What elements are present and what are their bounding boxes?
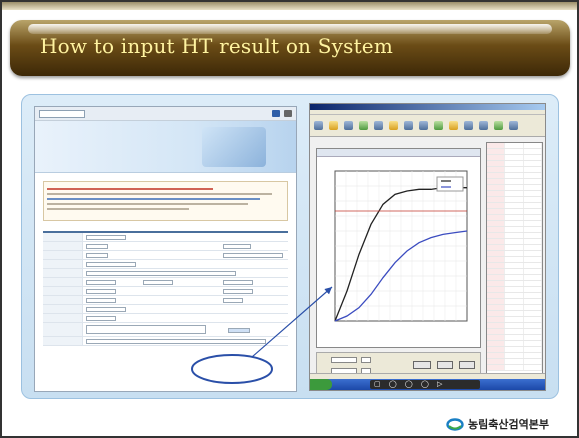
readings-list [486,142,543,378]
start-button [310,379,332,390]
form-row [43,269,288,278]
control-button [437,361,453,369]
reading-row [487,365,542,371]
form-row [43,260,288,269]
control-button [459,361,475,369]
form-row [43,337,288,346]
form-header-button [272,110,280,117]
ring-logo-icon [446,417,464,431]
form-row [43,296,288,305]
toolbar-icon [359,121,368,130]
agency-logo: 농림축산검역본부 [446,416,549,432]
form-header-button-2 [284,110,292,117]
toolbar-icon [344,121,353,130]
toolbar-icon [374,121,383,130]
form-row [43,287,288,296]
media-tray: ▢ ◯ ◯ ◯ ▷ [370,380,480,389]
taskbar: ▢ ◯ ◯ ◯ ▷ [310,379,545,390]
form-row [43,278,288,287]
toolbar-icon [464,121,473,130]
chart-window [316,148,481,348]
toolbar-icon [434,121,443,130]
form-row [43,242,288,251]
form-row [43,314,288,323]
input-form-screenshot [34,106,297,392]
toolbar-icon [494,121,503,130]
toolbar-icon [479,121,488,130]
legend-box [436,176,464,192]
slide-title: How to input HT result on System [40,34,394,58]
toolbar-icon [314,121,323,130]
program-toolbar [310,115,545,137]
toolbar-icon [329,121,338,130]
temperature-chart [334,170,468,322]
form-site-tab [39,109,85,118]
form-row [43,305,288,314]
form-fields-table [43,231,288,346]
form-row-ht-result [43,323,288,337]
toolbar-icon [404,121,413,130]
toolbar-icon [419,121,428,130]
form-row [43,233,288,242]
chart-window-caption [317,149,480,157]
form-top-bar [35,107,296,121]
form-notice-box [43,181,288,221]
form-row [43,251,288,260]
media-tray-glyphs: ▢ ◯ ◯ ◯ ▷ [374,380,446,388]
toolbar-icon [449,121,458,130]
control-button [413,361,431,369]
toolbar-icon [389,121,398,130]
laptop-icon [202,127,266,167]
form-banner [35,121,296,173]
logo-text: 농림축산검역본부 [468,418,549,431]
slide: How to input HT result on System ▢ ◯ ◯ ◯… [0,0,579,438]
ht-program-screenshot: ▢ ◯ ◯ ◯ ▷ [309,103,546,391]
toolbar-icon [509,121,518,130]
